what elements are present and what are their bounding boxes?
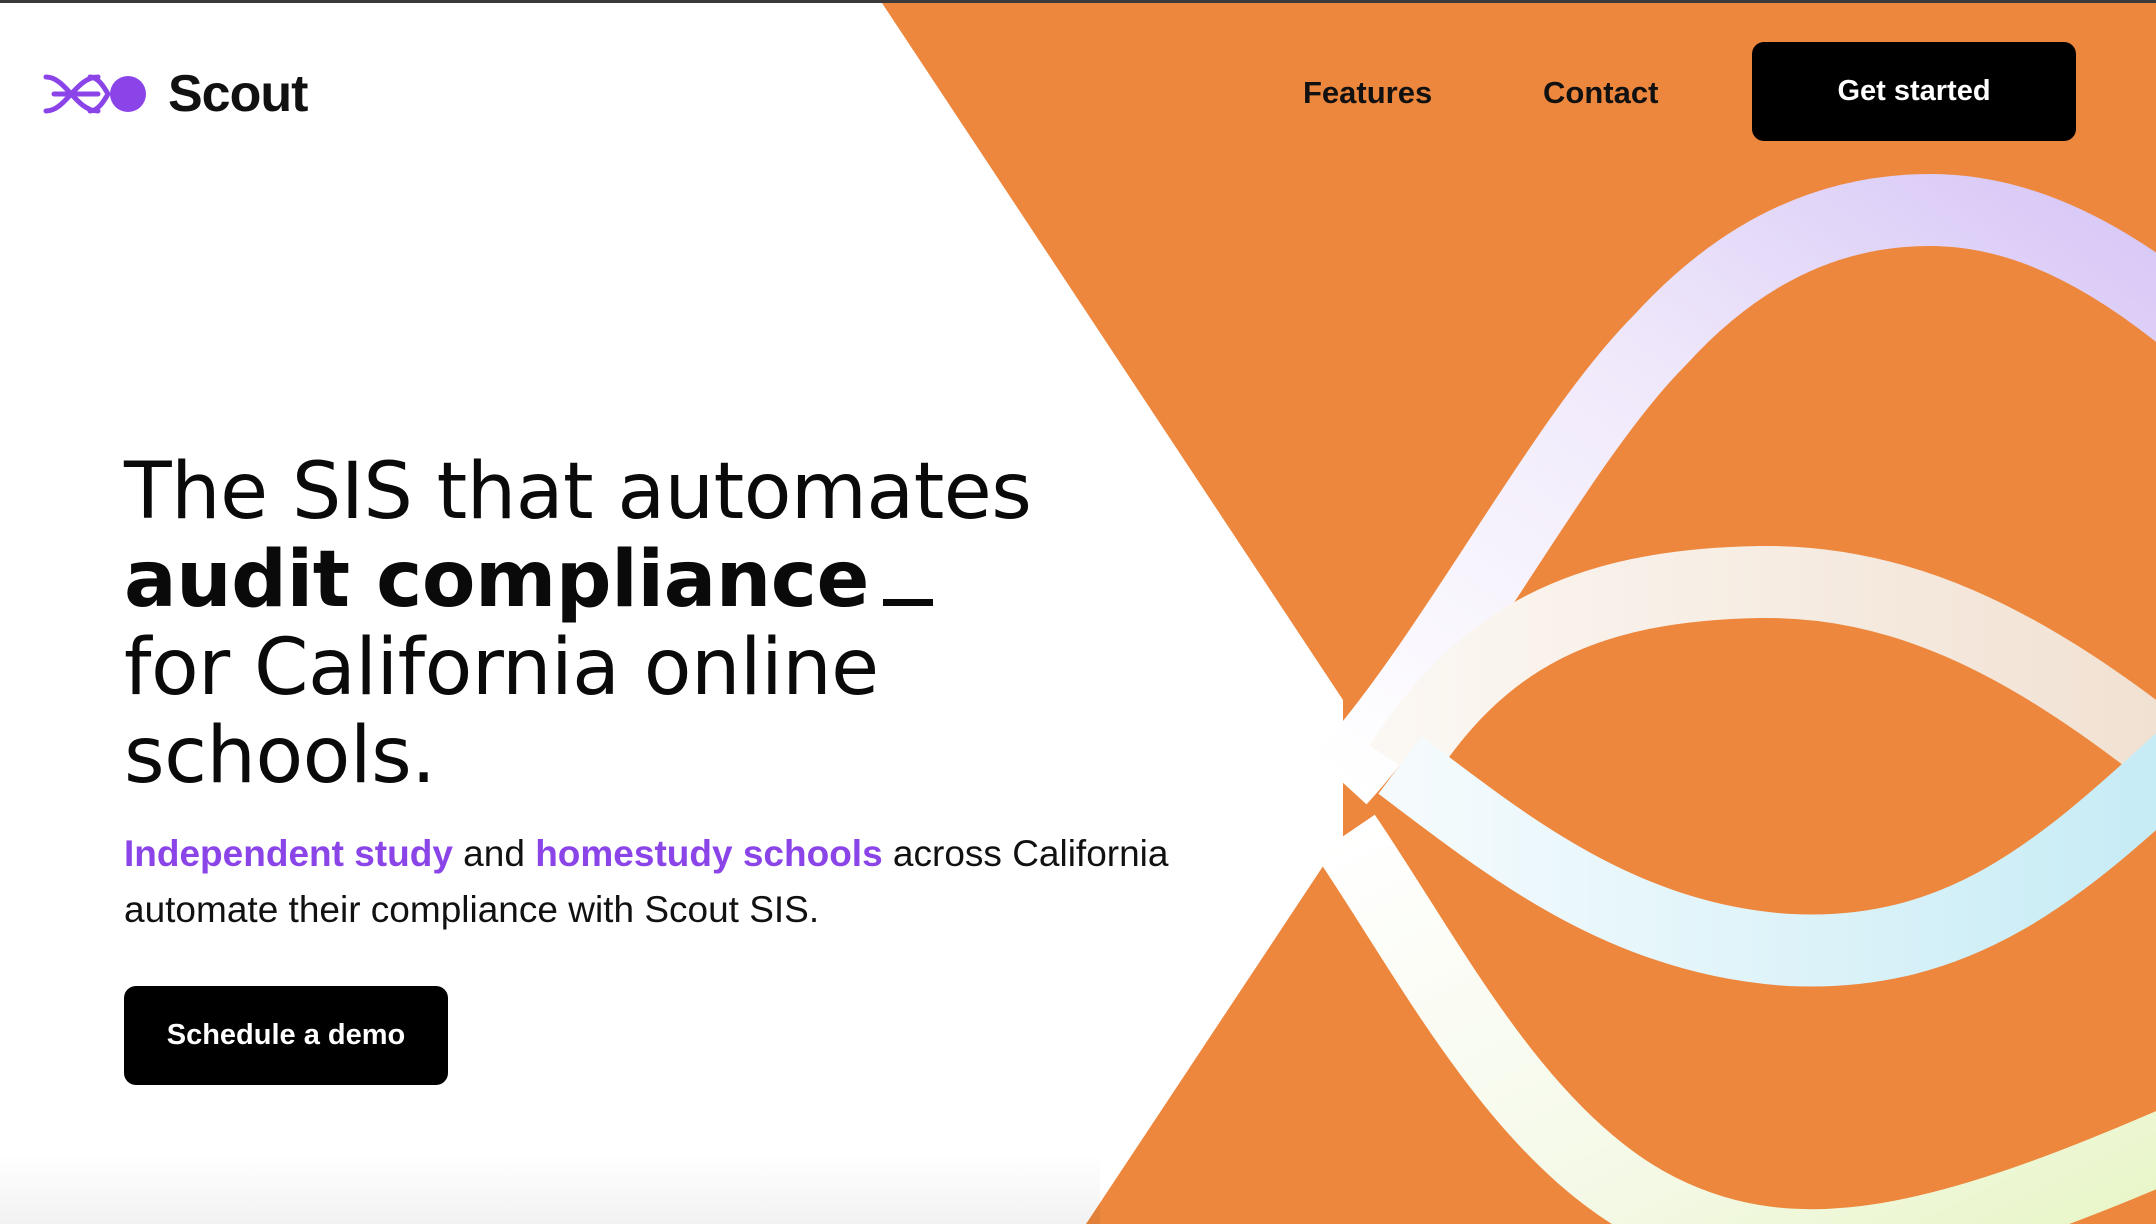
window-top-edge (0, 0, 2156, 3)
hero-title-highlight: audit compliance (124, 535, 869, 625)
hero-title: The SIS that automates audit compliance … (124, 448, 1224, 800)
schedule-demo-button[interactable]: Schedule a demo (124, 986, 448, 1085)
hero-section: The SIS that automates audit compliance … (124, 448, 1224, 1085)
homestudy-schools-link[interactable]: homestudy schools (535, 833, 882, 874)
hero-subtitle-text-1: and (452, 833, 536, 874)
brand-name: Scout (168, 65, 308, 123)
nav-contact-link[interactable]: Contact (1543, 74, 1658, 112)
hero-subtitle: Independent study and homestudy schools … (124, 826, 1224, 938)
hero-title-line-1: The SIS that automates (124, 447, 1032, 537)
typing-cursor (882, 599, 933, 606)
scout-logo-icon (43, 74, 146, 114)
hero-title-line-2: audit compliance (124, 536, 1224, 624)
page: Scout Features Contact Get started The S… (0, 0, 2156, 1224)
brand-logo-link[interactable]: Scout (42, 65, 308, 123)
hero-title-line-4: schools. (124, 711, 436, 801)
bottom-fade (0, 1154, 1100, 1224)
site-header: Scout Features Contact Get started (0, 0, 2156, 190)
nav-features-link[interactable]: Features (1303, 74, 1432, 112)
hero-title-line-3: for California online (124, 623, 879, 713)
get-started-button[interactable]: Get started (1752, 42, 2076, 141)
independent-study-link[interactable]: Independent study (124, 833, 453, 874)
